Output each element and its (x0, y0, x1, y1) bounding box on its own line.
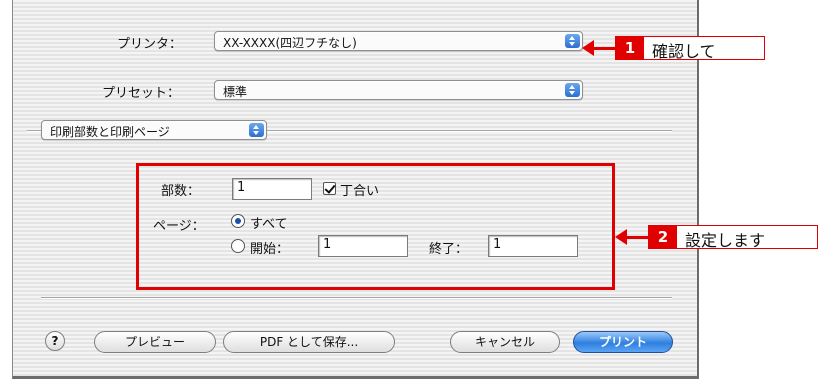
preset-value: 標準 (223, 85, 248, 99)
panel-popup[interactable]: 印刷部数と印刷ページ (41, 120, 267, 140)
printer-label: プリンタ： (117, 37, 183, 52)
callout-2-text: 設定します (685, 231, 766, 250)
callout-2: 2 設定します (648, 225, 818, 250)
callout-1-number: 1 (616, 37, 644, 59)
callout-1-text: 確認して (652, 42, 716, 61)
panel-value: 印刷部数と印刷ページ (50, 125, 170, 139)
bottom-divider (41, 297, 672, 299)
print-button[interactable]: プリント (573, 331, 673, 353)
callout-2-arrow-line (626, 236, 648, 239)
callout-1: 1 確認して (615, 36, 765, 61)
callout-1-arrow-line (593, 47, 615, 50)
preset-label: プリセット： (102, 86, 181, 101)
printer-popup[interactable]: XX-XXXX(四辺フチなし) (214, 31, 583, 51)
cancel-button[interactable]: キャンセル (450, 331, 560, 353)
save-as-pdf-button[interactable]: PDF として保存... (223, 331, 395, 353)
popup-arrows-icon (249, 123, 264, 137)
settings-highlight-box (136, 163, 615, 290)
popup-arrows-icon (565, 34, 580, 48)
preview-button[interactable]: プレビュー (94, 331, 216, 353)
callout-2-number: 2 (649, 226, 677, 248)
printer-value: XX-XXXX(四辺フチなし) (223, 36, 357, 50)
help-button[interactable]: ? (45, 331, 65, 351)
popup-arrows-icon (565, 83, 580, 97)
preset-popup[interactable]: 標準 (214, 80, 583, 100)
